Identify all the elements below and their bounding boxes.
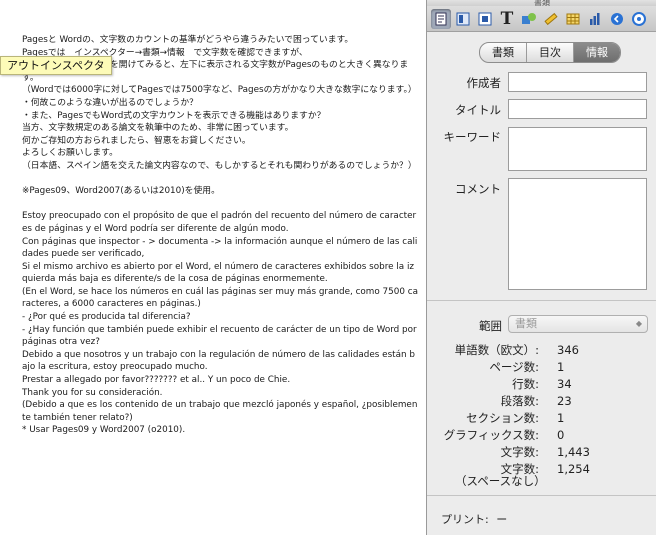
- divider: [427, 495, 656, 496]
- keyword-label: キーワード: [443, 130, 502, 144]
- document-area[interactable]: Pagesと Wordの、文字数のカウントの基準がどうやら違うみたいで困っていま…: [0, 0, 426, 535]
- tab-document[interactable]: 書類: [480, 43, 527, 62]
- stat-label: 行数:: [512, 377, 539, 391]
- stat-label: ページ数:: [489, 360, 539, 374]
- text-icon[interactable]: T: [497, 9, 517, 29]
- stat-label: グラフィックス数:: [443, 428, 539, 442]
- divider: [427, 300, 656, 301]
- author-field[interactable]: [508, 72, 647, 92]
- stat-value: 0: [557, 428, 565, 442]
- stat-label: 文字数:: [500, 445, 539, 459]
- tab-toc[interactable]: 目次: [527, 43, 574, 62]
- metrics-icon[interactable]: [541, 9, 561, 29]
- print-row: プリント: ー: [441, 511, 507, 527]
- select-arrows-icon: ◆: [635, 319, 642, 328]
- comment-label: コメント: [455, 182, 501, 196]
- inspector-panel: 書類 T 書類 目次 情報 作成者 タイトル キーワード コメント 範囲 書類 …: [426, 0, 656, 535]
- print-value: ー: [496, 513, 508, 526]
- keyword-field[interactable]: [508, 127, 647, 171]
- range-label: 範囲: [479, 319, 502, 333]
- stat-value: 346: [557, 343, 579, 357]
- stat-value: 23: [557, 394, 572, 408]
- title-label: タイトル: [455, 103, 501, 117]
- stat-label: 単語数（欧文）:: [454, 343, 539, 357]
- document-icon[interactable]: [431, 8, 451, 29]
- table-icon[interactable]: [563, 9, 583, 29]
- chart-icon[interactable]: [585, 9, 605, 29]
- quicktime-icon[interactable]: [629, 9, 649, 29]
- wrap-icon[interactable]: [475, 9, 495, 29]
- stats-note: （スペースなし）: [455, 474, 546, 488]
- stat-label: セクション数:: [466, 411, 539, 425]
- print-label: プリント:: [441, 513, 489, 526]
- stat-value: 1,443: [557, 445, 590, 459]
- stat-label: 段落数:: [500, 394, 539, 408]
- range-select[interactable]: 書類 ◆: [508, 315, 648, 333]
- stat-value: 1: [557, 411, 565, 425]
- title-field[interactable]: [508, 99, 647, 119]
- comment-field[interactable]: [508, 178, 647, 290]
- document-text[interactable]: Pagesと Wordの、文字数のカウントの基準がどうやら違うみたいで困っていま…: [22, 34, 418, 437]
- stat-value: 34: [557, 377, 572, 391]
- author-label: 作成者: [466, 76, 502, 90]
- link-icon[interactable]: [607, 9, 627, 29]
- inspector-tabs: 書類 目次 情報: [479, 42, 621, 63]
- layout-icon[interactable]: [453, 9, 473, 29]
- stat-value: 1: [557, 360, 565, 374]
- tab-info[interactable]: 情報: [574, 43, 620, 62]
- graphic-icon[interactable]: [519, 9, 539, 29]
- range-select-value: 書類: [515, 317, 537, 330]
- tooltip: アウトインスペクタ: [0, 56, 112, 75]
- inspector-toolbar: T: [427, 6, 656, 32]
